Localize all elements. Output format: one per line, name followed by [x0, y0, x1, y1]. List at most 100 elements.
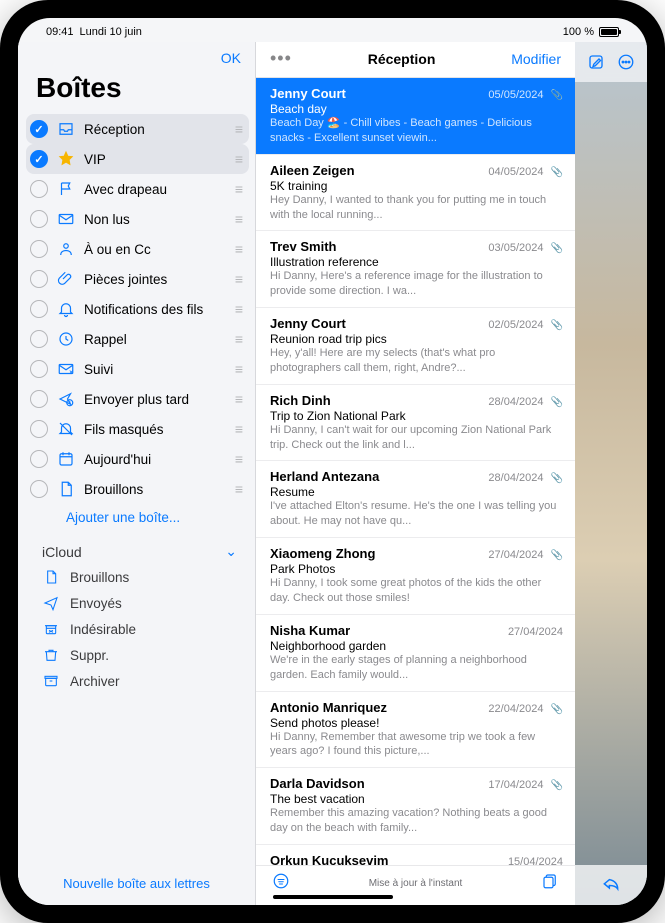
message-date: 02/05/2024 📎 [488, 319, 563, 331]
compose-icon[interactable] [585, 51, 607, 73]
message-row[interactable]: Orkun Kucuksevim15/04/2024Day trip ideaH… [256, 845, 575, 865]
chevron-down-icon: ⌄ [225, 543, 237, 560]
reorder-icon[interactable]: ≡ [235, 181, 241, 197]
sidebar-item-star[interactable]: VIP≡ [26, 144, 249, 174]
checkbox-icon[interactable] [30, 150, 48, 168]
icloud-item-doc[interactable]: Brouillons [26, 564, 249, 590]
reorder-icon[interactable]: ≡ [235, 481, 241, 497]
message-preview: We're in the early stages of planning a … [270, 653, 563, 683]
reorder-icon[interactable]: ≡ [235, 361, 241, 377]
sidebar-item-label: Fils masqués [84, 422, 227, 437]
message-row[interactable]: Herland Antezana28/04/2024 📎ResumeI've a… [256, 461, 575, 538]
icloud-item-label: Indésirable [70, 622, 136, 637]
message-row[interactable]: Nisha Kumar27/04/2024Neighborhood garden… [256, 615, 575, 692]
list-title: Réception [300, 51, 503, 67]
status-bar: 09:41 Lundi 10 juin 100 % [18, 18, 647, 42]
bell-icon [56, 299, 76, 319]
checkbox-icon[interactable] [30, 420, 48, 438]
sidebar-item-label: Envoyer plus tard [84, 392, 227, 407]
send-later-icon [56, 359, 76, 379]
filter-icon[interactable] [272, 872, 290, 895]
message-sender: Orkun Kucuksevim [270, 853, 389, 865]
message-row[interactable]: Xiaomeng Zhong27/04/2024 📎Park PhotosHi … [256, 538, 575, 615]
checkbox-icon[interactable] [30, 390, 48, 408]
sidebar-item-label: Réception [84, 122, 227, 137]
reorder-icon[interactable]: ≡ [235, 151, 241, 167]
ellipsis-circle-icon[interactable] [615, 51, 637, 73]
sidebar-item-person[interactable]: À ou en Cc ≡ [26, 234, 249, 264]
reorder-icon[interactable]: ≡ [235, 391, 241, 407]
reorder-icon[interactable]: ≡ [235, 301, 241, 317]
checkbox-icon[interactable] [30, 270, 48, 288]
sidebar-item-bell-slash[interactable]: Fils masqués ≡ [26, 414, 249, 444]
junk-icon [42, 621, 60, 637]
sidebar-item-bell[interactable]: Notifications des fils≡ [26, 294, 249, 324]
sidebar-item-paperclip[interactable]: Pièces jointes≡ [26, 264, 249, 294]
calendar-icon [56, 449, 76, 469]
sidebar-item-calendar[interactable]: Aujourd'hui≡ [26, 444, 249, 474]
icloud-section-header[interactable]: iCloud⌄ [26, 535, 249, 564]
reorder-icon[interactable]: ≡ [235, 241, 241, 257]
message-subject: Resume [270, 485, 563, 499]
add-mailbox-button[interactable]: Ajouter une boîte... [26, 504, 249, 535]
reply-icon[interactable] [601, 873, 621, 898]
icloud-item-trash[interactable]: Suppr. [26, 642, 249, 668]
message-row[interactable]: Aileen Zeigen04/05/2024 📎5K trainingHey … [256, 155, 575, 232]
checkbox-icon[interactable] [30, 120, 48, 138]
status-time: 09:41 [46, 26, 74, 38]
checkbox-icon[interactable] [30, 300, 48, 318]
message-row[interactable]: Darla Davidson17/04/2024 📎The best vacat… [256, 768, 575, 845]
message-preview: Hi Danny, I took some great photos of th… [270, 576, 563, 606]
reorder-icon[interactable]: ≡ [235, 331, 241, 347]
reorder-icon[interactable]: ≡ [235, 421, 241, 437]
send-clock-icon [56, 389, 76, 409]
message-sender: Darla Davidson [270, 776, 365, 791]
checkbox-icon[interactable] [30, 480, 48, 498]
message-scroll[interactable]: Jenny Court05/05/2024 📎Beach dayBeach Da… [256, 78, 575, 865]
icloud-item-junk[interactable]: Indésirable [26, 616, 249, 642]
sidebar-item-envelope[interactable]: Non lus≡ [26, 204, 249, 234]
doc-icon [42, 569, 60, 585]
checkbox-icon[interactable] [30, 210, 48, 228]
message-row[interactable]: Jenny Court02/05/2024 📎Reunion road trip… [256, 308, 575, 385]
new-mailbox-button[interactable]: Nouvelle boîte aux lettres [18, 866, 255, 905]
sidebar-item-doc[interactable]: Brouillons≡ [26, 474, 249, 504]
message-row[interactable]: Jenny Court05/05/2024 📎Beach dayBeach Da… [256, 78, 575, 155]
checkbox-icon[interactable] [30, 360, 48, 378]
reorder-icon[interactable]: ≡ [235, 211, 241, 227]
checkbox-icon[interactable] [30, 240, 48, 258]
sidebar: OK Boîtes Réception≡VIP≡Avec drapeau≡Non… [18, 42, 256, 905]
checkbox-icon[interactable] [30, 450, 48, 468]
icloud-item-archive[interactable]: Archiver [26, 668, 249, 694]
more-icon[interactable]: ••• [270, 48, 292, 69]
message-row[interactable]: Trev Smith03/05/2024 📎Illustration refer… [256, 231, 575, 308]
sidebar-item-label: À ou en Cc [84, 242, 227, 257]
sidebar-item-inbox[interactable]: Réception ≡ [26, 114, 249, 144]
message-date: 03/05/2024 📎 [488, 242, 563, 254]
attachment-icon: 📎 [551, 473, 563, 484]
checkbox-icon[interactable] [30, 180, 48, 198]
edit-button[interactable]: Modifier [511, 51, 561, 67]
reorder-icon[interactable]: ≡ [235, 121, 241, 137]
person-icon [56, 239, 76, 259]
sidebar-item-send-later[interactable]: Suivi≡ [26, 354, 249, 384]
attachment-icon: 📎 [551, 167, 563, 178]
sidebar-item-send-clock[interactable]: Envoyer plus tard ≡ [26, 384, 249, 414]
sidebar-item-clock[interactable]: Rappel≡ [26, 324, 249, 354]
sidebar-item-flag[interactable]: Avec drapeau≡ [26, 174, 249, 204]
message-subject: Neighborhood garden [270, 639, 563, 653]
reorder-icon[interactable]: ≡ [235, 271, 241, 287]
reorder-icon[interactable]: ≡ [235, 451, 241, 467]
home-indicator [273, 895, 393, 899]
message-row[interactable]: Rich Dinh28/04/2024 📎Trip to Zion Nation… [256, 385, 575, 462]
message-date: 22/04/2024 📎 [488, 703, 563, 715]
ok-button[interactable]: OK [221, 50, 241, 66]
message-row[interactable]: Antonio Manriquez22/04/2024 📎Send photos… [256, 692, 575, 769]
icloud-item-paperplane[interactable]: Envoyés [26, 590, 249, 616]
checkbox-icon[interactable] [30, 330, 48, 348]
message-date: 27/04/2024 [508, 626, 563, 638]
icloud-item-label: Archiver [70, 674, 120, 689]
message-sender: Aileen Zeigen [270, 163, 355, 178]
message-preview: Hi Danny, Remember that awesome trip we … [270, 730, 563, 760]
stack-icon[interactable] [541, 872, 559, 895]
